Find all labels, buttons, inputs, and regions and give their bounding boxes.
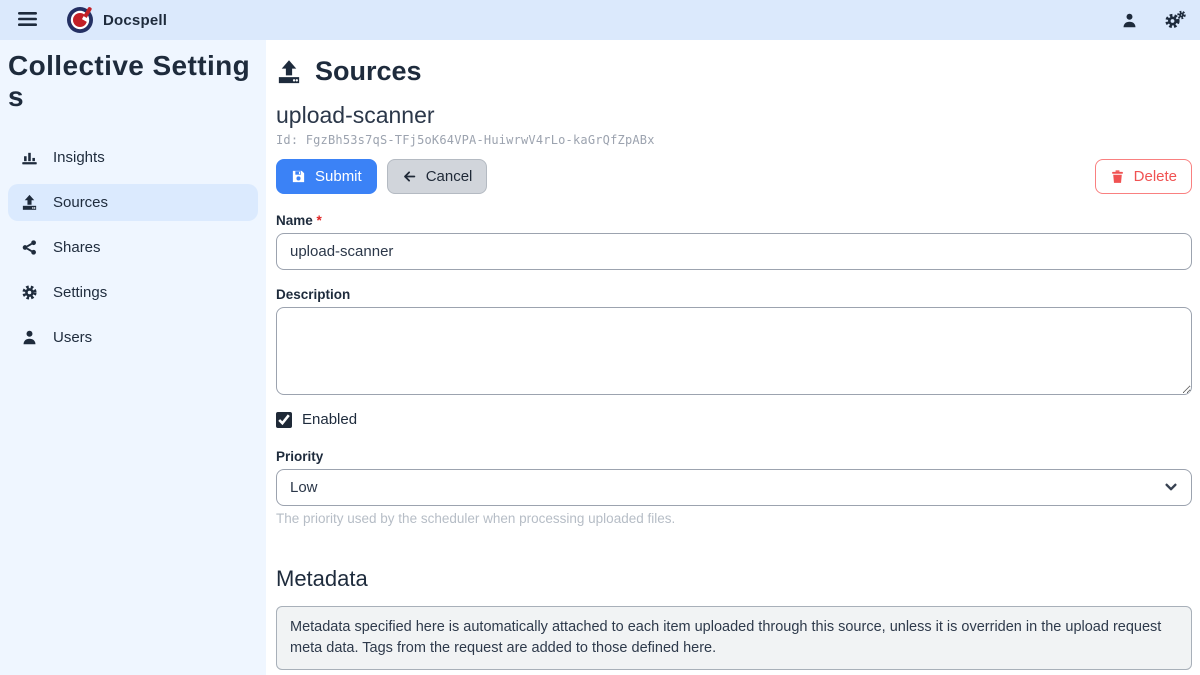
menu-toggle-button[interactable] <box>14 7 40 33</box>
user-menu-icon[interactable] <box>1118 9 1140 31</box>
gears-menu-icon[interactable] <box>1164 9 1186 31</box>
required-marker: * <box>317 213 322 228</box>
cancel-button-label: Cancel <box>426 168 473 185</box>
bar-chart-icon <box>21 149 38 166</box>
gear-icon <box>21 284 38 301</box>
brand-title: Docspell <box>103 12 167 29</box>
priority-select-wrap: Low <box>276 464 1192 506</box>
metadata-info-box: Metadata specified here is automatically… <box>276 606 1192 670</box>
description-label: Description <box>276 287 1192 302</box>
delete-button[interactable]: Delete <box>1095 159 1192 194</box>
sidebar-item-sources[interactable]: Sources <box>8 184 258 221</box>
sidebar-item-label: Settings <box>53 284 107 301</box>
sidebar-item-settings[interactable]: Settings <box>8 274 258 311</box>
name-input[interactable] <box>276 233 1192 270</box>
source-name: upload-scanner <box>276 102 1192 129</box>
submit-button[interactable]: Submit <box>276 159 377 194</box>
sidebar-item-shares[interactable]: Shares <box>8 229 258 266</box>
name-label: Name * <box>276 213 1192 228</box>
main-content: Sources upload-scanner Id: FgzBh53s7qS-T… <box>266 40 1200 675</box>
sidebar-item-label: Insights <box>53 149 105 166</box>
top-navbar: Docspell <box>0 0 1200 40</box>
share-icon <box>21 239 38 256</box>
priority-select[interactable]: Low <box>276 469 1192 506</box>
sidebar: Collective Settings Insights Sources Sha… <box>0 40 266 675</box>
enabled-label: Enabled <box>302 411 357 428</box>
source-id: Id: FgzBh53s7qS-TFj5oK64VPA-HuiwrwV4rLo-… <box>276 133 1192 147</box>
cancel-button[interactable]: Cancel <box>387 159 488 194</box>
sidebar-item-label: Sources <box>53 194 108 211</box>
submit-button-label: Submit <box>315 168 362 185</box>
sidebar-item-insights[interactable]: Insights <box>8 139 258 176</box>
sidebar-item-users[interactable]: Users <box>8 319 258 356</box>
user-icon <box>21 329 38 346</box>
priority-label: Priority <box>276 449 1192 464</box>
hamburger-icon <box>18 11 37 30</box>
page-title: Sources <box>276 56 1192 87</box>
trash-icon <box>1110 169 1125 184</box>
sidebar-title: Collective Settings <box>8 48 260 113</box>
description-textarea[interactable] <box>276 307 1192 395</box>
upload-icon <box>276 59 302 85</box>
sidebar-nav: Insights Sources Shares Settings Users <box>8 139 258 356</box>
enabled-checkbox[interactable] <box>276 412 292 428</box>
delete-button-label: Delete <box>1134 168 1177 185</box>
sidebar-item-label: Shares <box>53 239 101 256</box>
arrow-left-icon <box>402 169 417 184</box>
action-button-row: Submit Cancel Delete <box>276 159 1192 194</box>
enabled-checkbox-row: Enabled <box>276 411 1192 428</box>
metadata-heading: Metadata <box>276 566 1192 592</box>
sidebar-item-label: Users <box>53 329 92 346</box>
priority-hint: The priority used by the scheduler when … <box>276 511 1192 526</box>
page-title-text: Sources <box>315 56 422 87</box>
upload-icon <box>21 194 38 211</box>
docspell-logo-icon <box>66 6 94 34</box>
save-icon <box>291 169 306 184</box>
